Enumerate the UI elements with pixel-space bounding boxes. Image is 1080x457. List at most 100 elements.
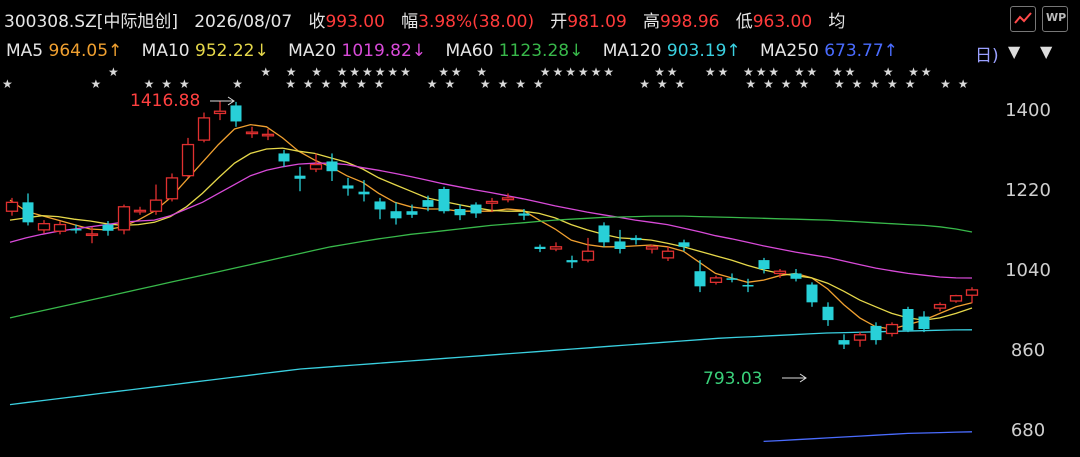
candle-body — [758, 260, 770, 269]
event-star: ★ — [908, 65, 919, 79]
ma-line-ma250 — [763, 431, 973, 443]
event-star: ★ — [540, 65, 551, 79]
candle-body — [949, 295, 963, 302]
ma-dropdown-arrow[interactable]: ▼ — [1008, 42, 1020, 61]
ma-line-ma10 — [9, 147, 973, 321]
low-value: 963.00 — [752, 12, 813, 32]
event-star: ★ — [285, 77, 296, 91]
candle-body — [213, 110, 227, 115]
event-star: ★ — [356, 77, 367, 91]
event-star: ★ — [887, 77, 898, 91]
event-star: ★ — [768, 65, 779, 79]
event-star: ★ — [445, 77, 456, 91]
open-label: 开 — [550, 12, 568, 32]
event-star: ★ — [940, 77, 951, 91]
event-star: ★ — [794, 65, 805, 79]
candle-body — [326, 161, 338, 172]
candle-body — [230, 105, 242, 122]
candle-body — [294, 175, 306, 179]
y-axis-labels: 680 860 1040 1220 1400 — [1005, 100, 1051, 441]
event-star: ★ — [480, 77, 491, 91]
y-tick-label: 1040 — [1005, 260, 1051, 281]
event-star: ★ — [657, 77, 668, 91]
close-value: 993.00 — [325, 12, 385, 32]
candle-body — [773, 270, 787, 275]
y-tick-label: 680 — [1011, 420, 1045, 441]
candle-body — [181, 143, 195, 177]
event-star: ★ — [667, 65, 678, 79]
open-value: 981.09 — [567, 12, 627, 32]
candle-body — [853, 334, 867, 341]
event-star: ★ — [374, 77, 385, 91]
candle-body — [614, 241, 626, 249]
low-annotation: 793.03 — [703, 369, 762, 389]
high-value: 998.96 — [660, 12, 720, 32]
candle-body — [933, 303, 947, 309]
ma-dropdown-arrow-2[interactable]: ▼ — [1040, 42, 1052, 61]
ma-settings-tail[interactable]: 日) — [975, 41, 999, 66]
event-star: ★ — [603, 65, 614, 79]
candle-body — [518, 213, 530, 216]
event-star: ★ — [286, 65, 297, 79]
quote-date: 2026/08/07 — [194, 12, 293, 32]
candle-body — [645, 246, 659, 250]
event-star: ★ — [718, 65, 729, 79]
event-star: ★ — [91, 77, 102, 91]
candle-body — [566, 260, 578, 263]
candle-body — [358, 191, 370, 195]
ma-line-ma20 — [9, 162, 973, 279]
candle-body — [902, 309, 914, 331]
candle-body — [501, 197, 515, 201]
high-arrow-head — [227, 96, 235, 106]
candle-body — [694, 271, 706, 287]
wp-icon[interactable]: WP — [1042, 6, 1068, 32]
event-star: ★ — [260, 65, 271, 79]
candle-body — [53, 223, 67, 232]
candle-body — [581, 250, 595, 261]
event-star: ★ — [705, 65, 716, 79]
candle-body — [406, 211, 418, 215]
candle-body — [70, 229, 82, 231]
candlestick-chart[interactable]: ★ ★ ★ ★ ★ ★ ★ ★ ★ ★ ★ ★ ★ ★ ★ ★ ★ ★ ★ ★ ★ ★ ★ ★ ★ ★ ★ ★ ★ ★ ★ ★★ ★ ★ ★ ★ ★ ★ ★… — [0, 0, 1080, 457]
close-label: 收 — [308, 12, 326, 32]
y-tick-label: 1220 — [1005, 180, 1051, 201]
event-star: ★ — [108, 65, 119, 79]
candle-body — [885, 323, 899, 335]
event-star: ★ — [533, 77, 544, 91]
event-star: ★ — [639, 77, 650, 91]
candle-body — [742, 285, 754, 287]
candle-body — [342, 185, 354, 189]
candle-body — [390, 211, 402, 219]
candle-body — [838, 340, 850, 345]
event-star: ★ — [161, 77, 172, 91]
event-star: ★ — [958, 77, 969, 91]
trend-icon[interactable] — [1010, 6, 1036, 32]
event-star: ★ — [869, 77, 880, 91]
event-star: ★ — [387, 65, 398, 79]
quote-header-row: 300308.SZ[中际旭创] 2026/08/07 收993.00 幅3.98… — [4, 7, 845, 32]
ma-lines — [9, 123, 973, 443]
event-star: ★ — [179, 77, 190, 91]
event-star: ★ — [807, 65, 818, 79]
ma-line-ma60 — [9, 215, 973, 319]
ma-line-ma120 — [9, 329, 973, 406]
candle-body — [709, 277, 723, 283]
candle-body — [117, 206, 131, 231]
stock-code: 300308.SZ[中际旭创] — [4, 12, 179, 32]
event-star: ★ — [303, 77, 314, 91]
ma-legend: MA5 964.05↑ MA10 952.22↓ MA20 1019.82↓ M… — [6, 41, 912, 61]
event-star: ★ — [476, 65, 487, 79]
event-star: ★ — [845, 65, 856, 79]
low-label: 低 — [735, 12, 753, 32]
candle-body — [149, 199, 163, 212]
candle-body — [278, 153, 290, 162]
candle-body — [133, 209, 147, 213]
candle-body — [870, 325, 882, 341]
candle-body — [102, 224, 114, 231]
candle-body — [598, 225, 610, 243]
event-star: ★ — [763, 77, 774, 91]
event-star: ★ — [675, 77, 686, 91]
event-star: ★ — [781, 77, 792, 91]
event-star: ★ — [553, 65, 564, 79]
ma-item-ma250: MA250 673.77↑ — [760, 41, 898, 61]
